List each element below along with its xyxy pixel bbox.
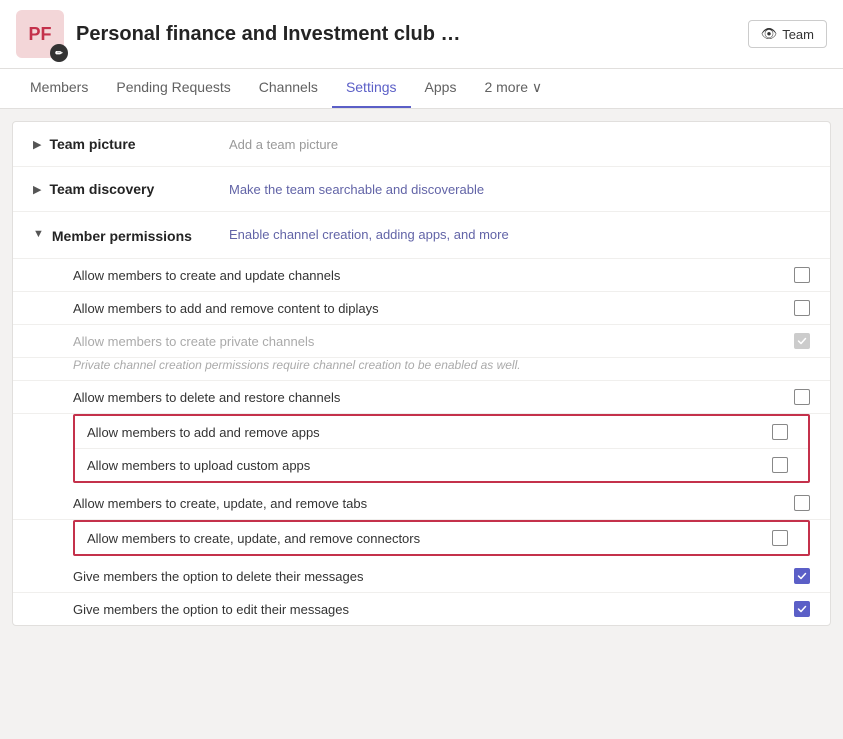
- team-discovery-label: Team discovery: [49, 181, 154, 197]
- member-permissions-section: ▼ Member permissions Enable channel crea…: [13, 212, 830, 625]
- perm-create-update-channels: Allow members to create and update chann…: [13, 259, 830, 292]
- avatar: PF ✏: [16, 10, 64, 58]
- avatar-initials: PF: [28, 24, 51, 45]
- perm-connectors-group: Allow members to create, update, and rem…: [73, 520, 810, 556]
- perm-add-remove-content-text: Allow members to add and remove content …: [73, 301, 786, 316]
- header: PF ✏ Personal finance and Investment clu…: [0, 0, 843, 69]
- perm-create-update-remove-connectors-checkbox[interactable]: [772, 530, 788, 546]
- perm-create-private-channels-text: Allow members to create private channels: [73, 334, 786, 349]
- perm-private-channel-note-text: Private channel creation permissions req…: [73, 358, 810, 372]
- tab-apps[interactable]: Apps: [411, 69, 471, 108]
- perm-create-private-channels: Allow members to create private channels: [13, 325, 830, 358]
- team-button[interactable]: 👁 Team: [748, 20, 827, 48]
- perm-upload-custom-apps: Allow members to upload custom apps: [75, 449, 808, 481]
- perm-add-remove-content: Allow members to add and remove content …: [13, 292, 830, 325]
- perm-upload-custom-apps-checkbox[interactable]: [772, 457, 788, 473]
- perm-delete-restore-channels-text: Allow members to delete and restore chan…: [73, 390, 786, 405]
- perm-delete-restore-channels-checkbox[interactable]: [794, 389, 810, 405]
- perm-add-remove-apps: Allow members to add and remove apps: [75, 416, 808, 449]
- perm-create-update-channels-checkbox[interactable]: [794, 267, 810, 283]
- perm-apps-group: Allow members to add and remove apps All…: [73, 414, 810, 483]
- team-picture-desc: Add a team picture: [229, 137, 338, 152]
- nav-tabs: Members Pending Requests Channels Settin…: [0, 69, 843, 109]
- settings-content: ▶ Team picture Add a team picture ▶ Team…: [12, 121, 831, 626]
- team-picture-expand-icon[interactable]: ▶: [33, 138, 41, 151]
- perm-edit-messages-text: Give members the option to edit their me…: [73, 602, 786, 617]
- perm-create-update-remove-tabs-text: Allow members to create, update, and rem…: [73, 496, 786, 511]
- team-button-label: Team: [782, 27, 814, 42]
- perm-add-remove-apps-text: Allow members to add and remove apps: [87, 425, 764, 440]
- member-permissions-header: ▼ Member permissions Enable channel crea…: [13, 212, 830, 259]
- team-discovery-expand-icon[interactable]: ▶: [33, 183, 41, 196]
- perm-create-update-remove-connectors-text: Allow members to create, update, and rem…: [87, 531, 764, 546]
- perm-create-update-channels-text: Allow members to create and update chann…: [73, 268, 786, 283]
- page-title: Personal finance and Investment club …: [76, 23, 736, 46]
- perm-create-private-channels-checkbox[interactable]: [794, 333, 810, 349]
- perm-add-remove-apps-checkbox[interactable]: [772, 424, 788, 440]
- tab-more[interactable]: 2 more ∨: [470, 69, 556, 108]
- tab-pending-requests[interactable]: Pending Requests: [102, 69, 244, 108]
- perm-upload-custom-apps-text: Allow members to upload custom apps: [87, 458, 764, 473]
- perm-delete-messages-text: Give members the option to delete their …: [73, 569, 786, 584]
- eye-icon: 👁: [761, 26, 778, 42]
- team-discovery-desc: Make the team searchable and discoverabl…: [229, 182, 484, 197]
- member-permissions-label: Member permissions: [52, 228, 192, 244]
- perm-add-remove-content-checkbox[interactable]: [794, 300, 810, 316]
- member-permissions-desc: Enable channel creation, adding apps, an…: [229, 227, 509, 242]
- perm-delete-messages-checkbox[interactable]: [794, 568, 810, 584]
- tab-channels[interactable]: Channels: [245, 69, 332, 108]
- member-permissions-expand-icon[interactable]: ▼: [33, 228, 44, 240]
- team-picture-label: Team picture: [49, 136, 135, 152]
- avatar-edit-icon[interactable]: ✏: [50, 44, 68, 62]
- team-picture-section: ▶ Team picture Add a team picture: [13, 122, 830, 167]
- team-discovery-section: ▶ Team discovery Make the team searchabl…: [13, 167, 830, 212]
- perm-create-update-remove-tabs: Allow members to create, update, and rem…: [13, 487, 830, 520]
- perm-delete-restore-channels: Allow members to delete and restore chan…: [13, 381, 830, 414]
- perm-create-update-remove-tabs-checkbox[interactable]: [794, 495, 810, 511]
- tab-settings[interactable]: Settings: [332, 69, 411, 108]
- perm-delete-messages: Give members the option to delete their …: [13, 560, 830, 593]
- perm-private-channel-note: Private channel creation permissions req…: [13, 358, 830, 381]
- perm-edit-messages: Give members the option to edit their me…: [13, 593, 830, 625]
- perm-create-update-remove-connectors: Allow members to create, update, and rem…: [75, 522, 808, 554]
- tab-members[interactable]: Members: [16, 69, 102, 108]
- perm-edit-messages-checkbox[interactable]: [794, 601, 810, 617]
